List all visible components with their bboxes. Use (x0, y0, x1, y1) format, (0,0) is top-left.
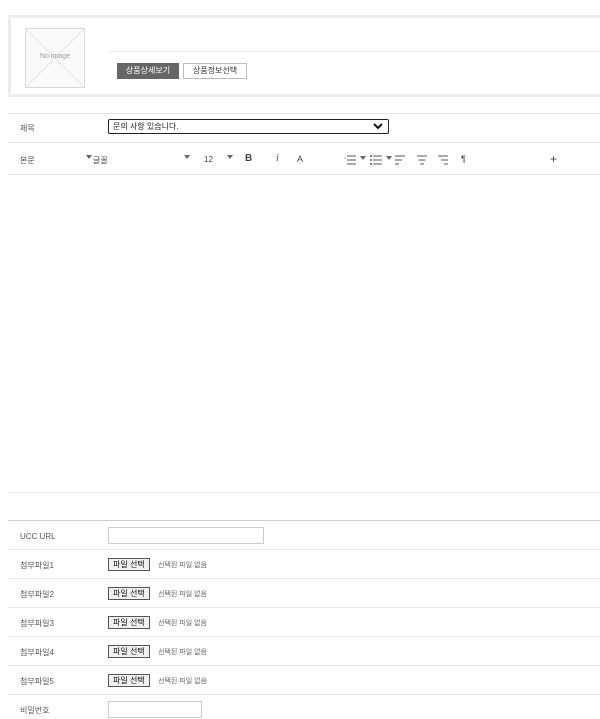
font-size-select[interactable]: 12 (204, 155, 213, 164)
divider (8, 694, 600, 695)
bold-icon[interactable]: B (245, 153, 252, 164)
attachment-label: 첨부파일1 (20, 561, 54, 570)
subject-select-value: 문의 사항 있습니다. (113, 122, 179, 131)
caret-down-icon[interactable] (386, 156, 392, 161)
file-status-text: 선택된 파일 없음 (158, 649, 207, 656)
paragraph-format-select[interactable]: 본문 (20, 155, 35, 166)
italic-icon[interactable]: i (276, 153, 279, 164)
ordered-list-icon[interactable]: 1 (344, 155, 356, 165)
align-center-icon[interactable] (417, 155, 427, 165)
subject-select[interactable]: 문의 사항 있습니다. (108, 119, 389, 134)
caret-down-icon[interactable] (227, 155, 233, 160)
editor-content-area[interactable] (8, 175, 600, 492)
unordered-list-icon[interactable] (370, 155, 382, 165)
file-select-button[interactable]: 파일 선택 (108, 587, 150, 600)
text-style-icon[interactable]: Ạ (297, 154, 303, 164)
caret-down-icon[interactable] (86, 155, 92, 160)
divider (8, 142, 600, 143)
password-label: 비밀번호 (20, 706, 50, 715)
divider (8, 636, 600, 637)
file-select-button[interactable]: 파일 선택 (108, 674, 150, 687)
subject-label: 제목 (20, 124, 35, 133)
editor-toolbar: 본문 글꼴 12 B i Ạ 1 ¶ + (8, 150, 600, 172)
editor-statusbar (8, 492, 600, 521)
divider (8, 578, 600, 579)
file-status-text: 선택된 파일 없음 (158, 678, 207, 685)
no-image-text: No image (40, 53, 70, 60)
caret-down-icon[interactable] (184, 155, 190, 160)
attachment-label: 첨부파일3 (20, 619, 54, 628)
caret-down-icon[interactable] (360, 156, 366, 161)
product-divider (110, 51, 600, 52)
ucc-url-label: UCC URL (20, 532, 56, 541)
file-status-text: 선택된 파일 없음 (158, 591, 207, 598)
file-select-button[interactable]: 파일 선택 (108, 616, 150, 629)
product-detail-button[interactable]: 상품상세보기 (117, 63, 179, 79)
divider (8, 549, 600, 550)
align-left-icon[interactable] (395, 155, 405, 165)
product-select-button[interactable]: 상품정보선택 (183, 63, 247, 79)
chevron-down-icon (373, 123, 383, 130)
file-status-text: 선택된 파일 없음 (158, 562, 207, 569)
attachment-label: 첨부파일4 (20, 648, 54, 657)
file-status-text: 선택된 파일 없음 (158, 620, 207, 627)
paragraph-icon[interactable]: ¶ (461, 154, 466, 164)
attachment-label: 첨부파일2 (20, 590, 54, 599)
file-select-button[interactable]: 파일 선택 (108, 645, 150, 658)
password-input[interactable] (108, 701, 202, 718)
insert-icon[interactable]: + (550, 152, 557, 166)
divider (8, 607, 600, 608)
product-image-placeholder: No image (25, 28, 85, 88)
font-family-select[interactable]: 글꼴 (93, 155, 108, 166)
product-box: No image 상품상세보기 상품정보선택 (8, 15, 600, 97)
file-select-button[interactable]: 파일 선택 (108, 558, 150, 571)
svg-text:1: 1 (344, 155, 347, 160)
divider (8, 665, 600, 666)
align-right-icon[interactable] (438, 155, 448, 165)
ucc-url-input[interactable] (108, 527, 264, 544)
attachment-label: 첨부파일5 (20, 677, 54, 686)
divider (8, 113, 600, 114)
